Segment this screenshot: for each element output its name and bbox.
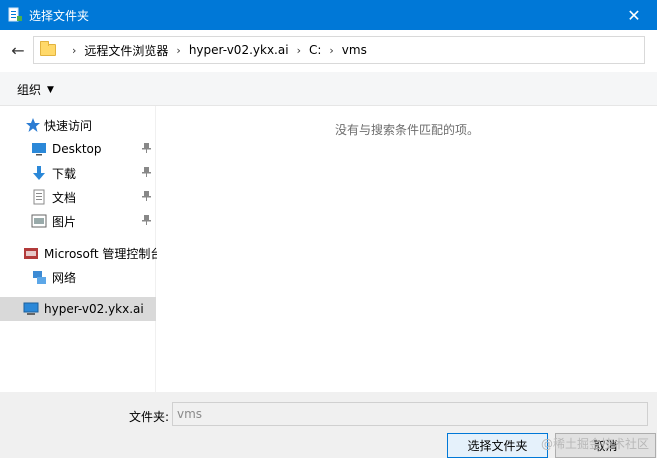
- folder-picker-icon: [8, 7, 22, 23]
- nav-label: Microsoft 管理控制台: [44, 246, 163, 261]
- organize-label: 组织: [17, 83, 42, 97]
- nav-label: 网络: [52, 270, 77, 285]
- pin-icon[interactable]: [142, 190, 151, 204]
- breadcrumb-item[interactable]: hyper-v02.ykx.ai: [189, 43, 289, 57]
- chevron-right-icon[interactable]: ›: [72, 44, 76, 57]
- select-folder-button[interactable]: 选择文件夹: [447, 433, 548, 458]
- computer-icon: [23, 301, 39, 317]
- breadcrumb[interactable]: › 远程文件浏览器 › hyper-v02.ykx.ai › C: › vms: [33, 36, 645, 64]
- nav-item-download[interactable]: 下载: [0, 161, 156, 185]
- nav-item-host[interactable]: hyper-v02.ykx.ai: [0, 297, 156, 321]
- chevron-right-icon[interactable]: ›: [329, 44, 333, 57]
- chevron-right-icon[interactable]: ›: [176, 44, 180, 57]
- nav-label: 下载: [52, 166, 77, 181]
- nav-item-desktop[interactable]: Desktop: [0, 137, 156, 161]
- nav-item-network[interactable]: 网络: [0, 265, 156, 289]
- document-icon: [31, 189, 47, 205]
- chevron-right-icon[interactable]: ›: [297, 44, 301, 57]
- organize-button[interactable]: 组织 ▼: [17, 81, 54, 98]
- file-list[interactable]: 没有与搜索条件匹配的项。: [157, 106, 657, 392]
- picture-icon: [31, 213, 47, 229]
- window-title: 选择文件夹: [29, 8, 90, 23]
- pin-icon[interactable]: [142, 142, 151, 156]
- back-arrow-icon[interactable]: ←: [9, 40, 27, 60]
- pin-icon[interactable]: [142, 214, 151, 228]
- navigation-pane: 快速访问 Desktop 下载 文档 图片 Microsoft 管理控制台 网络…: [0, 106, 162, 392]
- nav-item-pictures[interactable]: 图片: [0, 209, 156, 233]
- address-row: ← › 远程文件浏览器 › hyper-v02.ykx.ai › C: › vm…: [0, 30, 657, 72]
- nav-label: hyper-v02.ykx.ai: [44, 302, 144, 316]
- download-icon: [31, 165, 47, 181]
- breadcrumb-item[interactable]: vms: [342, 43, 367, 57]
- empty-message: 没有与搜索条件匹配的项。: [334, 123, 479, 137]
- close-icon[interactable]: ✕: [611, 0, 657, 30]
- nav-label: 快速访问: [44, 118, 93, 133]
- title-bar: 选择文件夹 ✕: [0, 0, 657, 30]
- management-console-icon: [23, 245, 39, 261]
- nav-label: Desktop: [52, 142, 102, 156]
- pin-icon[interactable]: [142, 166, 151, 180]
- nav-item-documents[interactable]: 文档: [0, 185, 156, 209]
- folder-field[interactable]: [172, 402, 648, 426]
- nav-label: 文档: [52, 190, 77, 205]
- nav-label: 图片: [52, 214, 77, 229]
- network-icon: [31, 269, 47, 285]
- nav-quick-access[interactable]: 快速访问: [0, 113, 156, 137]
- folder-icon: [40, 41, 56, 56]
- nav-item-mmc[interactable]: Microsoft 管理控制台: [0, 241, 162, 265]
- caret-down-icon: ▼: [47, 84, 54, 95]
- breadcrumb-item[interactable]: C:: [309, 43, 321, 57]
- breadcrumb-item[interactable]: 远程文件浏览器: [84, 42, 168, 59]
- desktop-icon: [31, 141, 47, 157]
- toolbar: 组织 ▼: [0, 72, 657, 106]
- folder-label: 文件夹:: [129, 410, 170, 424]
- star-icon: [25, 117, 41, 133]
- watermark: @稀土掘金技术社区: [540, 437, 649, 451]
